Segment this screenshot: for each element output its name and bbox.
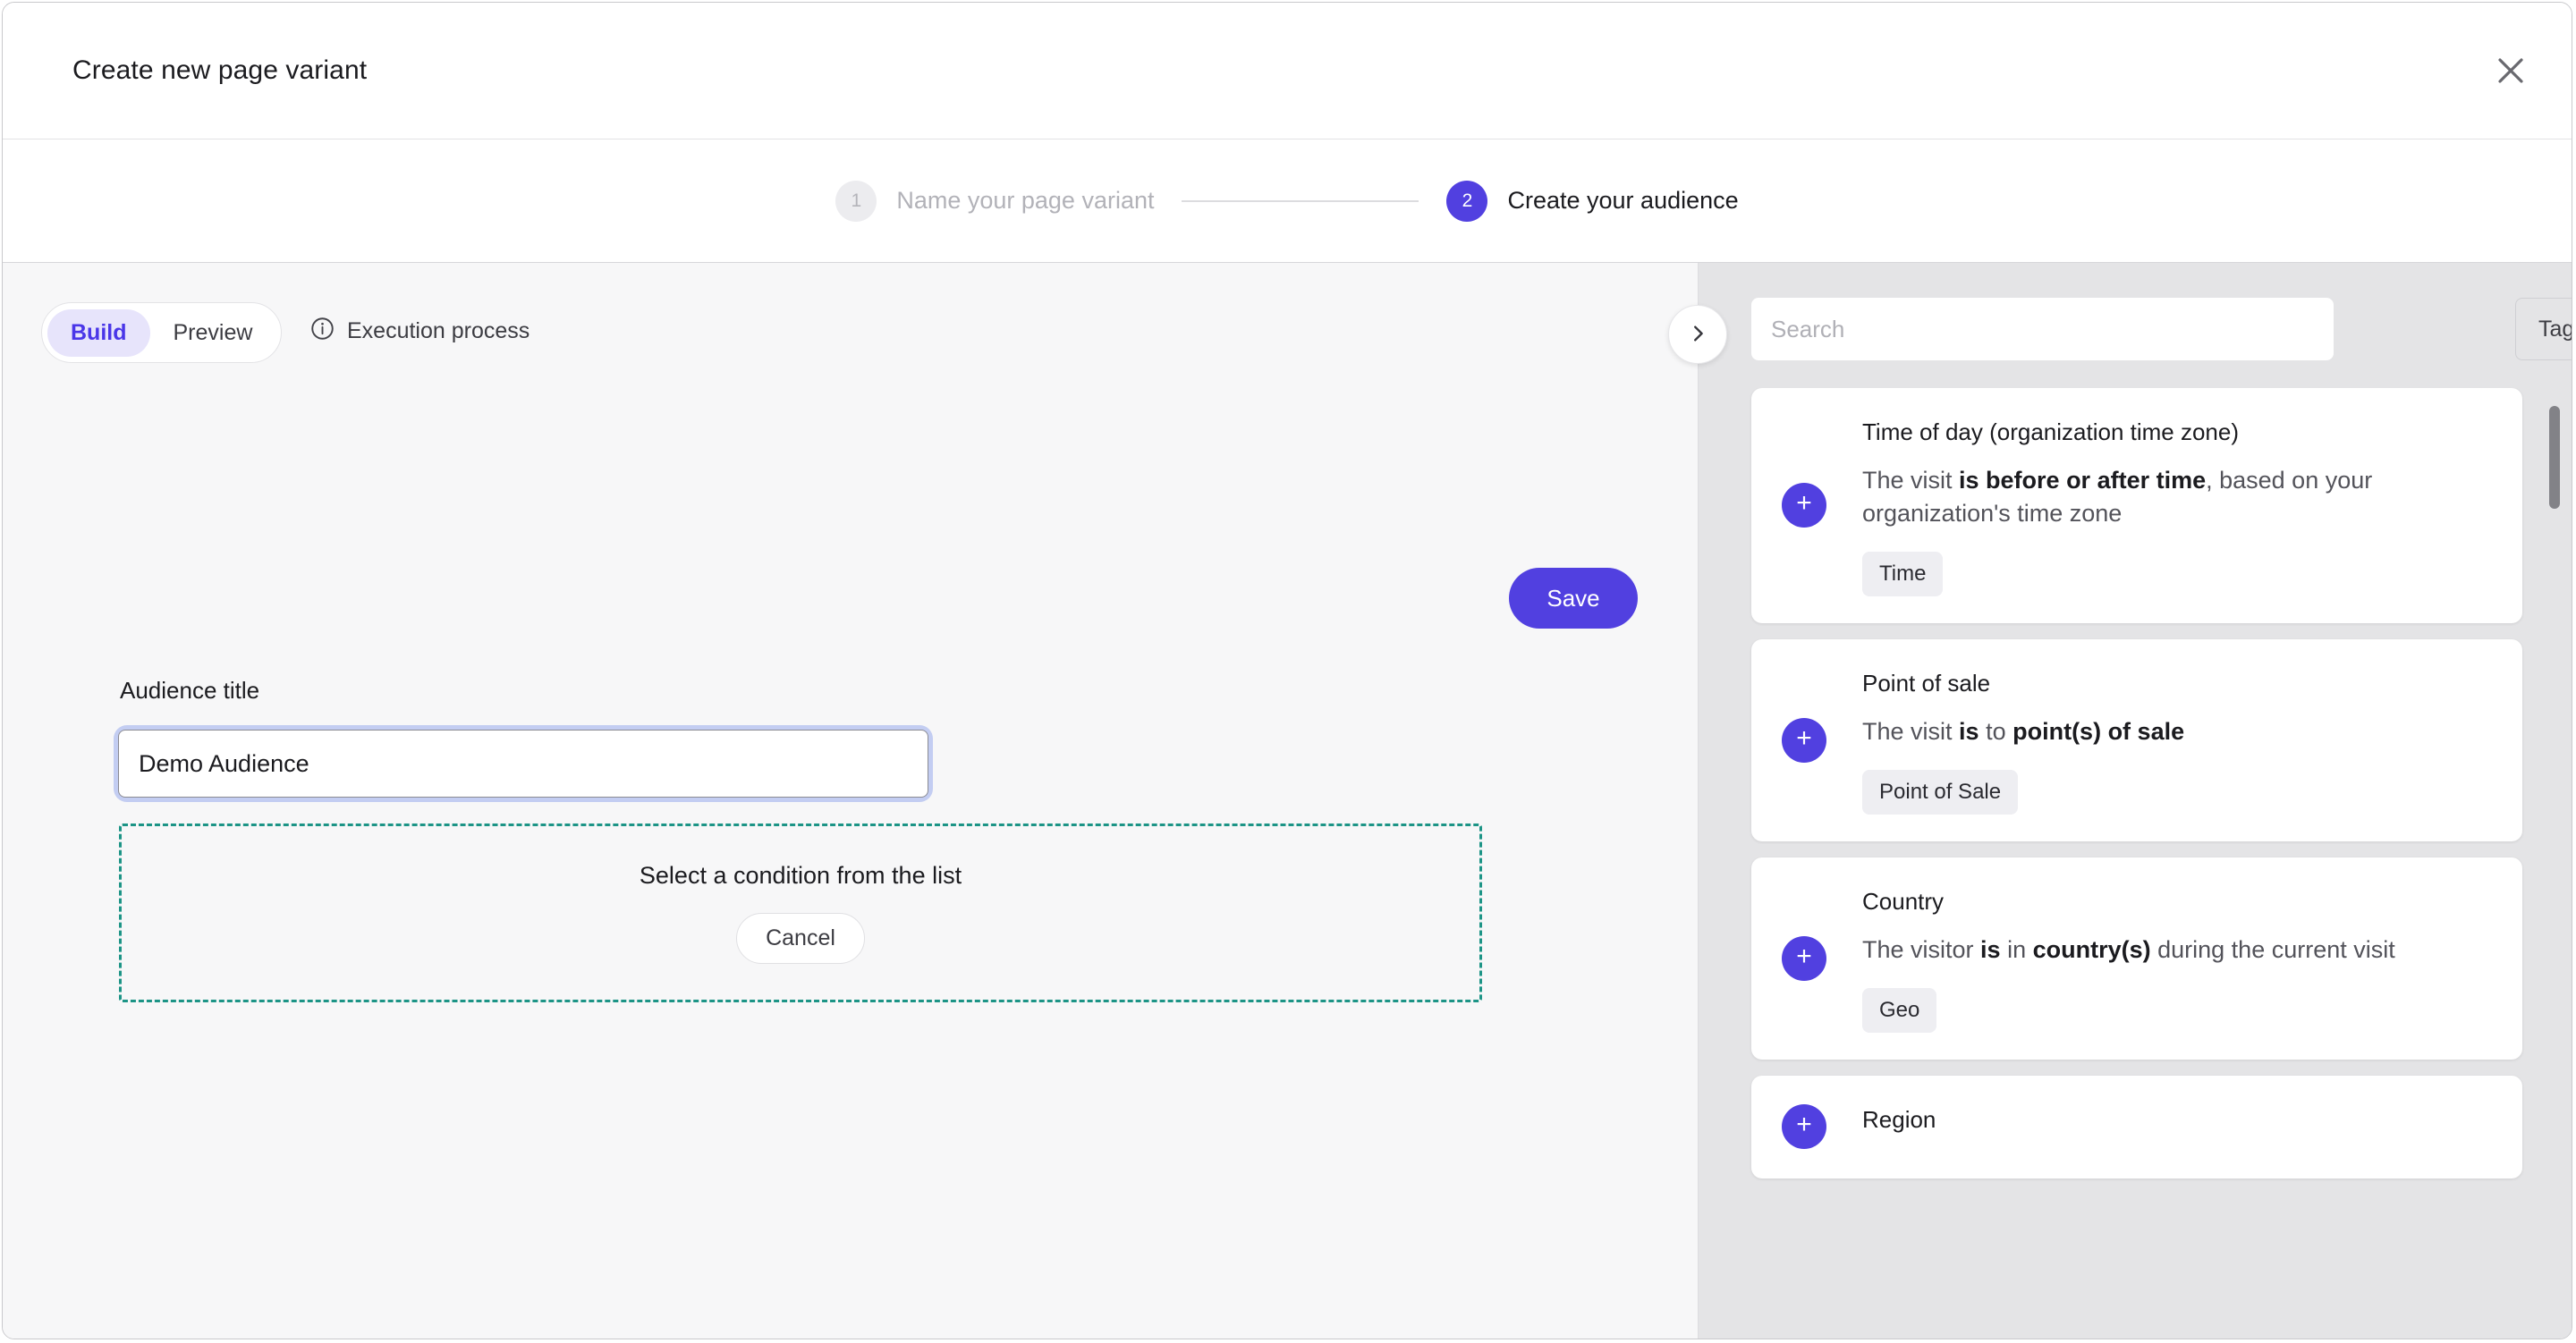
cancel-button[interactable]: Cancel (736, 913, 865, 964)
tab-preview[interactable]: Preview (150, 309, 276, 357)
modal-header: Create new page variant (3, 3, 2572, 139)
audience-builder-pane: Build Preview Execution process Save Aud… (3, 263, 1699, 1339)
step-2-label: Create your audience (1507, 187, 1739, 214)
search-input[interactable] (1751, 298, 2334, 360)
condition-description: The visitor is in country(s) during the … (1862, 935, 2395, 963)
audience-title-label: Audience title (120, 677, 260, 704)
conditions-toolbar: Tags: All (1699, 263, 2572, 388)
step-2-create-your-audience[interactable]: 2 Create your audience (1446, 180, 1739, 222)
plus-icon: + (1796, 1110, 1812, 1140)
conditions-panel: Tags: All + Time of day (organization ti… (1699, 263, 2572, 1339)
builder-toolbar: Build Preview Execution process (3, 263, 1698, 388)
audience-title-field-wrapper (118, 730, 928, 798)
condition-title: Time of day (organization time zone) (1862, 418, 2240, 445)
conditions-scrollbar[interactable] (2548, 406, 2561, 1322)
conditions-list[interactable]: + Time of day (organization time zone) T… (1699, 388, 2572, 1339)
info-circle-icon (310, 317, 335, 345)
tags-filter-dropdown[interactable]: Tags: All (2515, 298, 2572, 360)
step-1-badge: 1 (835, 180, 877, 222)
chevron-right-icon (1688, 324, 1707, 346)
condition-tag: Point of Sale (1862, 769, 2019, 815)
add-condition-button[interactable]: + (1782, 483, 1826, 528)
add-condition-button[interactable]: + (1782, 935, 1826, 981)
condition-card[interactable]: + Country The visitor is in country(s) d… (1751, 857, 2522, 1060)
screen-root: Create new page variant 1 Name your page… (0, 0, 2576, 1343)
stepper-bar: 1 Name your page variant 2 Create your a… (3, 139, 2572, 263)
tags-filter-label: Tags: All (2538, 316, 2572, 342)
stepper: 1 Name your page variant 2 Create your a… (3, 139, 2572, 262)
condition-title: Region (1862, 1105, 1936, 1133)
close-icon (2496, 55, 2526, 86)
modal-body: Build Preview Execution process Save Aud… (3, 263, 2572, 1339)
plus-icon: + (1796, 722, 1812, 753)
plus-icon: + (1796, 941, 1812, 971)
condition-description: The visit is to point(s) of sale (1862, 717, 2185, 745)
tab-build[interactable]: Build (47, 308, 150, 357)
create-page-variant-modal: Create new page variant 1 Name your page… (2, 2, 2572, 1339)
condition-description: The visit is before or after time, based… (1862, 467, 2373, 527)
plus-icon: + (1796, 488, 1812, 519)
audience-title-input[interactable] (118, 730, 928, 798)
execution-process-link[interactable]: Execution process (310, 317, 530, 345)
stepper-connector (1182, 199, 1419, 202)
dropzone-hint: Select a condition from the list (639, 862, 962, 889)
step-2-badge: 2 (1446, 180, 1488, 222)
add-condition-button[interactable]: + (1782, 717, 1826, 763)
condition-tag: Time (1862, 551, 1944, 596)
condition-card[interactable]: + Time of day (organization time zone) T… (1751, 388, 2522, 623)
build-preview-toggle: Build Preview (41, 302, 283, 363)
page-title: Create new page variant (72, 55, 368, 85)
save-button[interactable]: Save (1509, 568, 1638, 629)
step-1-label: Name your page variant (896, 187, 1155, 214)
condition-card[interactable]: + Point of sale The visit is to point(s)… (1751, 638, 2522, 841)
condition-title: Point of sale (1862, 669, 1991, 697)
condition-title: Country (1862, 887, 1945, 915)
execution-process-label: Execution process (347, 317, 530, 343)
conditions-scrollbar-thumb[interactable] (2549, 406, 2560, 509)
condition-card[interactable]: + Region (1751, 1075, 2522, 1178)
close-button[interactable] (2486, 46, 2536, 96)
step-1-name-your-page-variant[interactable]: 1 Name your page variant (835, 180, 1155, 222)
add-condition-button[interactable]: + (1782, 1104, 1826, 1150)
condition-dropzone[interactable]: Select a condition from the list Cancel (119, 824, 1482, 1002)
collapse-panel-button[interactable] (1668, 305, 1727, 364)
condition-tag: Geo (1862, 987, 1937, 1033)
